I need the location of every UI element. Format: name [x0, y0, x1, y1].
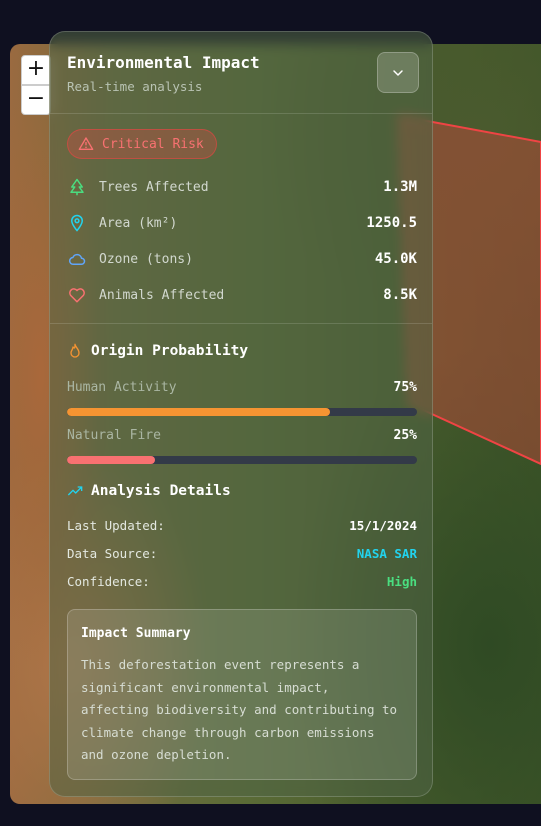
- chevron-down-icon: [393, 69, 403, 76]
- detail-last-updated: Last Updated: 15/1/2024: [67, 518, 417, 533]
- stat-trees-affected: Trees Affected 1.3M: [67, 175, 417, 199]
- detail-key: Data Source:: [67, 546, 158, 561]
- stat-label: Area (km²): [99, 215, 178, 231]
- collapse-button[interactable]: [377, 52, 419, 93]
- progress-fill: [67, 408, 330, 416]
- detail-key: Last Updated:: [67, 518, 165, 533]
- impact-summary-card: Impact Summary This deforestation event …: [67, 609, 417, 780]
- progress-track: [67, 408, 417, 416]
- probability-percent: 25%: [393, 428, 417, 443]
- origin-probability-heading: Origin Probability: [67, 343, 248, 359]
- analysis-details-title: Analysis Details: [91, 483, 231, 499]
- stat-area: Area (km²) 1250.5: [67, 211, 417, 235]
- detail-confidence: Confidence: High: [67, 574, 417, 589]
- detail-key: Confidence:: [67, 574, 150, 589]
- probability-name: Human Activity: [67, 380, 177, 395]
- risk-badge: Critical Risk: [67, 129, 217, 159]
- cloud-icon: [67, 249, 87, 269]
- stat-value: 8.5K: [383, 287, 417, 303]
- probability-natural-fire: Natural Fire 25%: [67, 428, 417, 464]
- zoom-out-button[interactable]: −: [21, 85, 51, 115]
- analysis-details-heading: Analysis Details: [67, 483, 231, 499]
- trending-up-icon: [67, 486, 83, 496]
- stat-label: Ozone (tons): [99, 251, 193, 267]
- impact-summary-title: Impact Summary: [81, 626, 191, 641]
- warning-triangle-icon: [78, 137, 94, 150]
- risk-badge-label: Critical Risk: [102, 136, 204, 152]
- detail-data-source: Data Source: NASA SAR: [67, 546, 417, 561]
- progress-track: [67, 456, 417, 464]
- probability-human-activity: Human Activity 75%: [67, 380, 417, 416]
- panel-subtitle: Real-time analysis: [67, 79, 203, 94]
- stat-value: 1250.5: [366, 215, 417, 231]
- panel-title: Environmental Impact: [67, 53, 260, 72]
- stat-animals-affected: Animals Affected 8.5K: [67, 283, 417, 307]
- probability-name: Natural Fire: [67, 428, 161, 443]
- zoom-in-button[interactable]: +: [21, 55, 51, 85]
- stat-ozone: Ozone (tons) 45.0K: [67, 247, 417, 271]
- stat-value: 1.3M: [383, 179, 417, 195]
- progress-fill: [67, 456, 155, 464]
- impact-summary-text: This deforestation event represents a si…: [81, 657, 398, 762]
- panel-header: Environmental Impact Real-time analysis: [50, 32, 432, 114]
- stat-label: Animals Affected: [99, 287, 225, 303]
- flame-icon: [70, 343, 80, 358]
- environmental-impact-panel: Environmental Impact Real-time analysis …: [49, 31, 433, 797]
- origin-probability-title: Origin Probability: [91, 343, 249, 359]
- heart-icon: [67, 285, 87, 305]
- probability-percent: 75%: [393, 380, 417, 395]
- divider: [50, 323, 432, 324]
- stat-label: Trees Affected: [99, 179, 209, 195]
- detail-value: 15/1/2024: [349, 518, 417, 533]
- map-pin-icon: [67, 213, 87, 233]
- stat-value: 45.0K: [374, 251, 417, 267]
- tree-icon: [67, 177, 87, 197]
- detail-value: NASA SAR: [356, 546, 417, 561]
- detail-value: High: [386, 574, 417, 589]
